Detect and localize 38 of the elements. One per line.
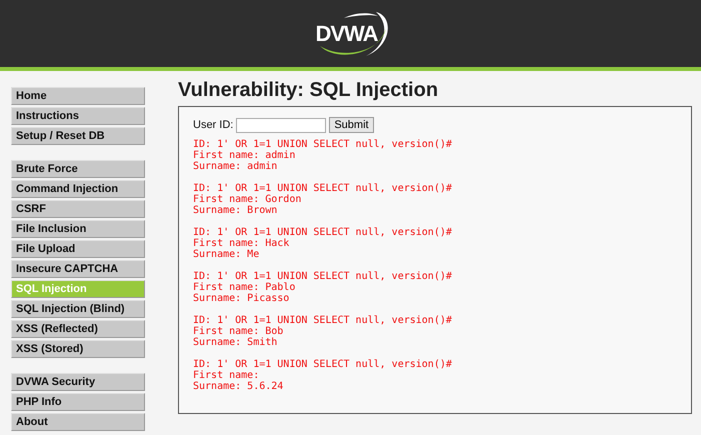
- nav-link[interactable]: Command Injection: [11, 180, 145, 198]
- result-id-line: ID: 1' OR 1=1 UNION SELECT null, version()#: [193, 359, 452, 370]
- surname-line: Surname: Me: [193, 249, 260, 260]
- page-title: Vulnerability: SQL Injection: [178, 78, 440, 103]
- result-id-line: ID: 1' OR 1=1 UNION SELECT null, version()#: [193, 139, 452, 150]
- first-name-line: First name:: [193, 370, 260, 381]
- nav-link[interactable]: PHP Info: [11, 393, 145, 411]
- submit-button[interactable]: Submit: [329, 117, 374, 133]
- first-name-line: First name: admin: [193, 150, 296, 161]
- result-id-line: ID: 1' OR 1=1 UNION SELECT null, version()#: [193, 271, 452, 282]
- surname-line: Surname: Smith: [193, 337, 278, 348]
- result-id-line: ID: 1' OR 1=1 UNION SELECT null, version()#: [193, 227, 452, 238]
- field-label: User ID:: [193, 119, 234, 131]
- nav-link[interactable]: Instructions: [11, 107, 145, 125]
- surname-line: Surname: 5.6.24: [193, 381, 284, 392]
- nav-link[interactable]: XSS (Reflected): [11, 320, 145, 338]
- surname-line: Surname: Picasso: [193, 293, 290, 304]
- nav-link[interactable]: CSRF: [11, 200, 145, 218]
- nav-link[interactable]: File Inclusion: [11, 220, 145, 238]
- logo: DVWA: [306, 6, 396, 62]
- user-id-field[interactable]: [236, 118, 326, 132]
- surname-line: Surname: Brown: [193, 205, 278, 216]
- result-id-line: ID: 1' OR 1=1 UNION SELECT null, version()#: [193, 315, 452, 326]
- nav-link[interactable]: Insecure CAPTCHA: [11, 260, 145, 278]
- first-name-line: First name: Bob: [193, 326, 284, 337]
- nav-link[interactable]: XSS (Stored): [11, 340, 145, 358]
- first-name-line: First name: Pablo: [193, 282, 296, 293]
- nav-link[interactable]: About: [11, 413, 145, 431]
- nav-link[interactable]: SQL Injection (Blind): [11, 300, 145, 318]
- first-name-line: First name: Gordon: [193, 194, 302, 205]
- first-name-line: First name: Hack: [193, 238, 290, 249]
- surname-line: Surname: admin: [193, 161, 278, 172]
- nav-link[interactable]: DVWA Security: [11, 373, 145, 391]
- nav-link[interactable]: File Upload: [11, 240, 145, 258]
- nav-link[interactable]: Setup / Reset DB: [11, 127, 145, 145]
- result-id-line: ID: 1' OR 1=1 UNION SELECT null, version()#: [193, 183, 452, 194]
- nav-link[interactable]: Brute Force: [11, 160, 145, 178]
- nav-link[interactable]: Home: [11, 87, 145, 105]
